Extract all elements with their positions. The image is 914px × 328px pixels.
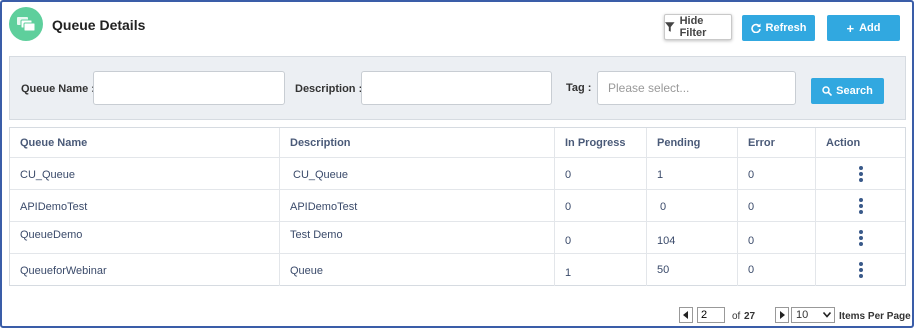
more-vertical-icon[interactable] [858, 229, 863, 246]
window-frame: Queue Details Hide Filter Refresh + Add … [0, 0, 914, 328]
queue-table: Queue Name Description In Progress Pendi… [9, 127, 906, 286]
refresh-button[interactable]: Refresh [742, 15, 815, 41]
tag-select[interactable] [597, 71, 796, 105]
queue-stack-icon [9, 7, 43, 41]
description-cell: Queue [290, 265, 324, 277]
description-cell: Test Demo [290, 229, 343, 241]
table-row[interactable]: APIDemoTest APIDemoTest 0 0 0 [10, 190, 905, 222]
search-icon [822, 86, 833, 96]
more-vertical-icon[interactable] [858, 262, 863, 278]
in-progress-cell: 0 [565, 201, 572, 213]
add-button[interactable]: + Add [827, 15, 900, 41]
column-header-in-progress[interactable]: In Progress [555, 128, 647, 157]
add-label: Add [859, 22, 881, 34]
pending-cell: 1 [657, 169, 664, 181]
items-per-page-label: Items Per Page [839, 311, 911, 322]
chevron-left-icon [683, 311, 688, 319]
items-per-page-value: 10 [796, 309, 809, 321]
items-per-page-select[interactable]: 10 [791, 307, 835, 323]
chevron-right-icon [780, 311, 785, 319]
column-header-queue-name[interactable]: Queue Name [10, 128, 280, 157]
refresh-label: Refresh [765, 22, 807, 34]
description-cell: APIDemoTest [290, 201, 358, 213]
tag-label: Tag : [566, 82, 592, 94]
queue-name-cell[interactable]: QueueDemo [20, 229, 82, 241]
in-progress-cell: 1 [565, 267, 572, 279]
table-row[interactable]: QueueforWebinar Queue 1 50 0 [10, 254, 905, 286]
pending-cell: 50 [657, 264, 670, 276]
error-cell: 0 [748, 264, 755, 276]
column-header-pending[interactable]: Pending [647, 128, 738, 157]
filter-panel: Queue Name : Description : Tag : Search [9, 56, 906, 120]
queue-name-input[interactable] [93, 71, 285, 105]
pending-cell: 0 [660, 201, 667, 213]
page-number-input[interactable] [697, 307, 725, 323]
more-vertical-icon[interactable] [858, 165, 863, 182]
error-cell: 0 [748, 169, 755, 181]
column-header-error[interactable]: Error [738, 128, 816, 157]
pending-cell: 104 [657, 235, 676, 247]
hide-filter-button[interactable]: Hide Filter [664, 14, 732, 40]
page-title: Queue Details [52, 17, 146, 33]
description-cell: CU_Queue [293, 169, 349, 181]
table-row[interactable]: CU_Queue CU_Queue 0 1 0 [10, 158, 905, 190]
plus-icon: + [846, 20, 855, 36]
column-header-action: Action [826, 137, 861, 149]
column-header-description[interactable]: Description [280, 128, 555, 157]
description-label: Description : [295, 83, 363, 95]
queue-name-label: Queue Name : [21, 83, 95, 95]
table-header-row: Queue Name Description In Progress Pendi… [10, 128, 905, 158]
table-row[interactable]: QueueDemo Test Demo 0 104 0 [10, 222, 905, 254]
refresh-icon [750, 23, 761, 33]
previous-page-button[interactable] [679, 307, 693, 323]
of-label: of [732, 311, 741, 322]
queue-name-cell[interactable]: APIDemoTest [20, 201, 87, 213]
search-label: Search [836, 85, 873, 97]
error-cell: 0 [748, 201, 755, 213]
in-progress-cell: 0 [565, 169, 572, 181]
filter-icon [665, 22, 675, 32]
in-progress-cell: 0 [565, 235, 572, 247]
chevron-down-icon [823, 312, 831, 318]
queue-name-cell[interactable]: CU_Queue [20, 169, 75, 181]
more-vertical-icon[interactable] [858, 197, 863, 214]
search-button[interactable]: Search [811, 78, 884, 104]
description-input[interactable] [361, 71, 552, 105]
queue-name-cell[interactable]: QueueforWebinar [20, 265, 107, 277]
next-page-button[interactable] [775, 307, 789, 323]
hide-filter-label: Hide Filter [679, 15, 707, 39]
total-pages: 27 [744, 311, 756, 322]
error-cell: 0 [748, 235, 755, 247]
